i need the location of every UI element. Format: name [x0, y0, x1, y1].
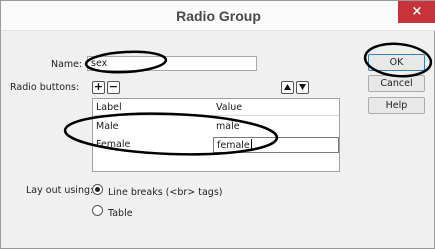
triangle-up-icon: [284, 84, 291, 90]
row-label-cell[interactable]: Male: [96, 121, 119, 132]
move-down-button[interactable]: [296, 81, 309, 94]
name-input-value: sex: [91, 58, 108, 69]
radio-line-breaks[interactable]: [92, 184, 103, 195]
radio-table[interactable]: [92, 205, 103, 216]
plus-icon: +: [93, 80, 104, 93]
row-label-cell[interactable]: Female: [96, 139, 130, 150]
close-icon: ×: [411, 4, 423, 19]
ok-button[interactable]: OK: [368, 54, 425, 71]
add-radio-button[interactable]: +: [92, 81, 105, 94]
radio-buttons-label: Radio buttons:: [10, 82, 80, 93]
help-button[interactable]: Help: [368, 97, 425, 114]
title-bar: Radio Group ×: [1, 1, 435, 31]
minus-icon: −: [108, 80, 119, 93]
radio-group-dialog: Radio Group × Name: sex Radio buttons: +…: [0, 0, 435, 249]
name-label: Name:: [51, 59, 83, 70]
grid-header: Label Value: [93, 99, 339, 116]
option-table-label: Table: [108, 208, 133, 219]
name-input[interactable]: sex: [87, 56, 257, 71]
dialog-title: Radio Group: [176, 8, 261, 24]
row-value-cell[interactable]: male: [216, 121, 240, 132]
radio-selected-dot: [95, 187, 100, 192]
row-value-edit-text: female: [217, 140, 250, 151]
cancel-button[interactable]: Cancel: [368, 75, 425, 92]
radio-buttons-grid: Label Value Male male Female female: [92, 98, 340, 172]
move-up-button[interactable]: [281, 81, 294, 94]
option-line-breaks-label: Line breaks (<br> tags): [108, 187, 223, 198]
column-header-label: Label: [96, 102, 122, 113]
row-value-edit-field[interactable]: female: [213, 137, 339, 153]
triangle-down-icon: [299, 84, 306, 90]
layout-label: Lay out using:: [26, 185, 94, 196]
text-caret: [250, 139, 252, 150]
column-header-value: Value: [216, 102, 243, 113]
close-button[interactable]: ×: [398, 1, 435, 23]
remove-radio-button[interactable]: −: [107, 81, 120, 94]
